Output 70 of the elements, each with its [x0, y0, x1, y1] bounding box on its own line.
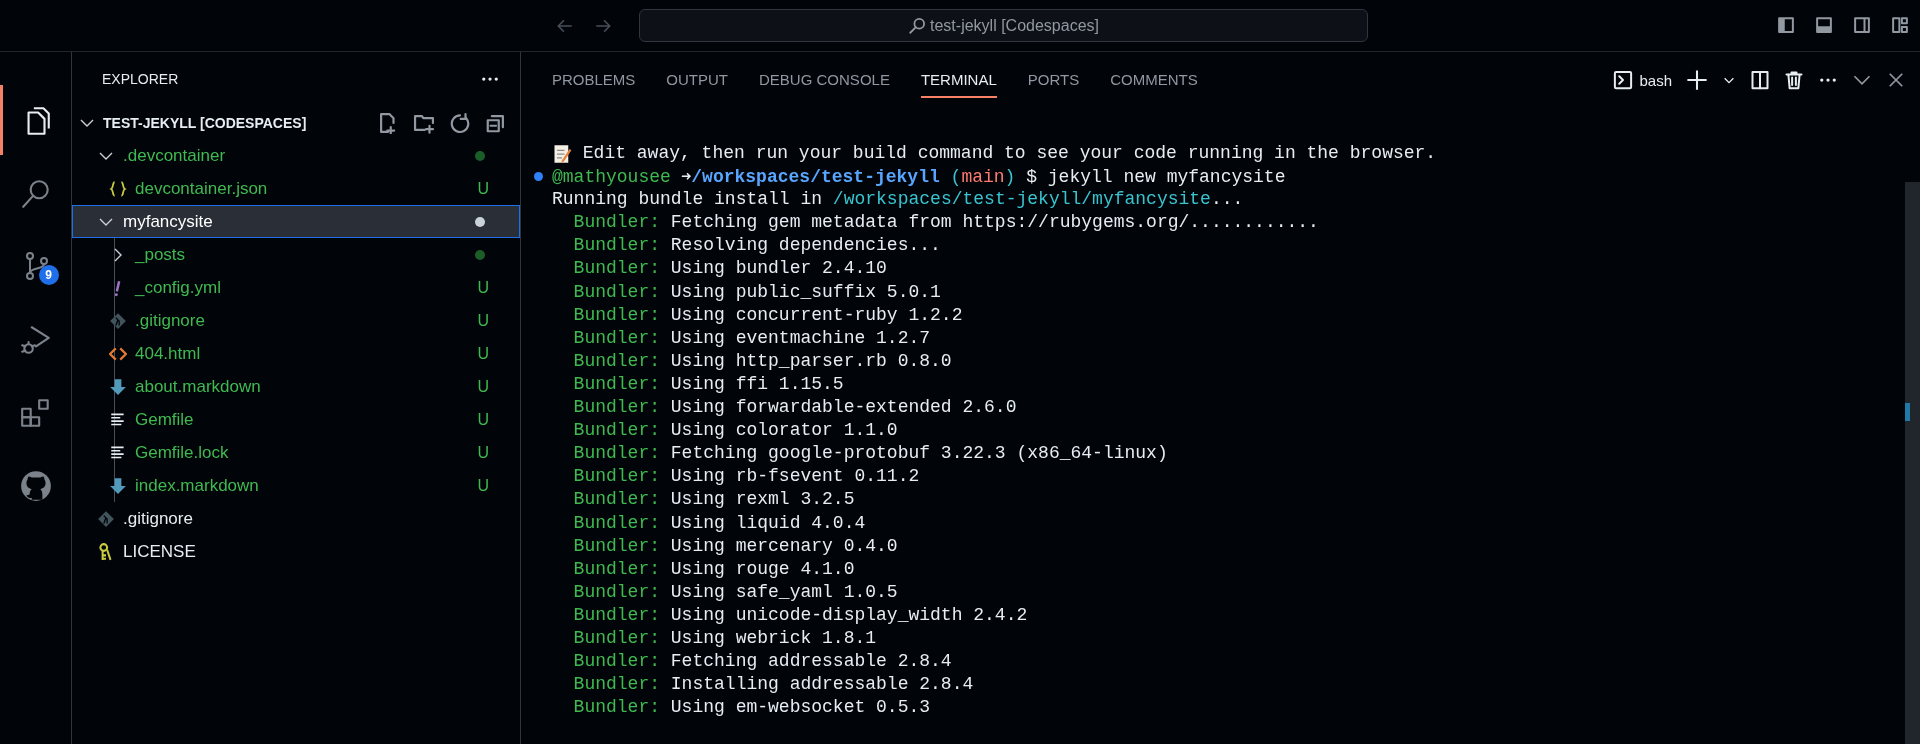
folder-item[interactable]: _posts — [72, 238, 520, 271]
customize-layout-icon[interactable] — [1890, 15, 1910, 35]
terminal-line: Bundler: Using mercenary 0.4.0 — [573, 534, 898, 558]
panel-layout-icon[interactable] — [1814, 15, 1834, 35]
secondary-sidebar-icon[interactable] — [1852, 15, 1872, 35]
terminal-line: Bundler: Installing addressable 2.8.4 — [573, 673, 974, 697]
file-item[interactable]: 404.html U — [72, 337, 520, 370]
folder-item[interactable]: .devcontainer — [72, 139, 520, 172]
terminal-line: Bundler: Using ffi 1.15.5 — [573, 372, 844, 396]
terminal-line: Bundler: Fetching google-protobuf 3.22.3 (x86_64-linux) — [573, 442, 1168, 466]
search-icon — [908, 16, 926, 35]
terminal-line: Bundler: Fetching addressable 2.8.4 — [573, 650, 952, 674]
panel-tab[interactable]: PORTS — [1027, 52, 1080, 108]
terminal-line: Bundler: Using webrick 1.8.1 — [573, 626, 877, 650]
diamond-icon — [97, 509, 115, 528]
file-item[interactable]: index.markdown U — [72, 469, 520, 502]
terminal-line: Bundler: Using bundler 2.4.10 — [573, 257, 887, 281]
terminal-line: Bundler: Fetching gem metadata from https://rubygems.org/............ — [573, 211, 1319, 235]
file-item[interactable]: .gitignore — [72, 502, 520, 535]
trash-icon[interactable] — [1784, 70, 1804, 90]
workspace-name[interactable]: TEST-JEKYLL [CODESPACES] — [103, 114, 307, 131]
prompt-line: @mathyousee ➜/workspaces/test-jekyll (main) $ jekyll new myfancysite — [552, 164, 1286, 189]
terminal-line: Bundler: Using rexml 3.2.5 — [573, 488, 855, 512]
panel-tab[interactable]: COMMENTS — [1110, 52, 1198, 108]
scrollbar[interactable] — [1905, 182, 1920, 744]
count-badge: 9 — [38, 265, 59, 285]
terminal-line: Bundler: Using public_suffix 5.0.1 — [573, 280, 941, 304]
refresh-icon[interactable] — [449, 111, 471, 134]
down-arrow-icon — [109, 476, 127, 495]
terminal-icon — [1613, 70, 1634, 90]
terminal-line: Bundler: Resolving dependencies... — [573, 234, 941, 258]
terminal-line: Edit away, then run your build command to see your code running in the browser. — [581, 142, 1437, 165]
command-center[interactable]: test-jekyll [Codespaces] — [639, 9, 1368, 42]
terminal-selector[interactable]: bash — [1613, 70, 1672, 90]
terminal-line: Running bundle install in /workspaces/test-jekyll/myfancysite... — [552, 188, 1244, 212]
file-item[interactable]: Gemfile.lock U — [72, 436, 520, 469]
close-icon[interactable] — [1886, 70, 1906, 90]
terminal-line: Bundler: Using rb-fsevent 0.11.2 — [573, 465, 920, 489]
terminal-line: Bundler: Using colorator 1.1.0 — [573, 419, 898, 443]
github-icon[interactable] — [18, 469, 53, 503]
split-terminal-icon[interactable] — [1750, 70, 1770, 90]
file-item[interactable]: LICENSE — [72, 535, 520, 568]
terminal-line: Bundler: Using rouge 4.1.0 — [573, 557, 855, 581]
file-item[interactable]: devcontainer.json U — [72, 172, 520, 205]
command-status-dot — [534, 172, 543, 182]
run-debug-icon[interactable] — [18, 323, 53, 357]
panel-tab[interactable]: DEBUG CONSOLE — [759, 52, 890, 108]
memo-icon — [552, 143, 572, 164]
braces-icon — [109, 179, 127, 198]
terminal-line: Bundler: Using concurrent-ruby 1.2.2 — [573, 303, 963, 327]
terminal-line: Bundler: Using http_parser.rb 0.8.0 — [573, 349, 952, 373]
down-arrow-icon — [109, 377, 127, 396]
file-item[interactable]: .gitignore U — [72, 304, 520, 337]
terminal-line: Bundler: Using em-websocket 0.5.3 — [573, 696, 931, 720]
sidebar-title: EXPLORER — [102, 71, 179, 87]
panel-tab[interactable]: PROBLEMS — [552, 52, 636, 108]
folder-item[interactable]: myfancysite — [72, 205, 520, 238]
terminal-line: Bundler: Using unicode-display_width 2.4.2 — [573, 603, 1028, 627]
terminal-line: Bundler: Using liquid 4.0.4 — [573, 511, 866, 535]
file-item[interactable]: about.markdown U — [72, 370, 520, 403]
scrollbar-marker — [1905, 403, 1910, 421]
panel-tab[interactable]: OUTPUT — [666, 52, 729, 108]
terminal-line: Bundler: Using eventmachine 1.2.7 — [573, 326, 931, 350]
terminal-line: Bundler: Using safe_yaml 1.0.5 — [573, 580, 898, 604]
plus-icon[interactable] — [1686, 69, 1708, 91]
file-item[interactable]: Gemfile U — [72, 403, 520, 436]
sidebar-layout-icon[interactable] — [1776, 15, 1796, 35]
file-item[interactable]: _config.yml U — [72, 271, 520, 304]
terminal-line: Bundler: Using forwardable-extended 2.6.0 — [573, 396, 1017, 420]
panel-tab[interactable]: TERMINAL — [920, 62, 997, 98]
